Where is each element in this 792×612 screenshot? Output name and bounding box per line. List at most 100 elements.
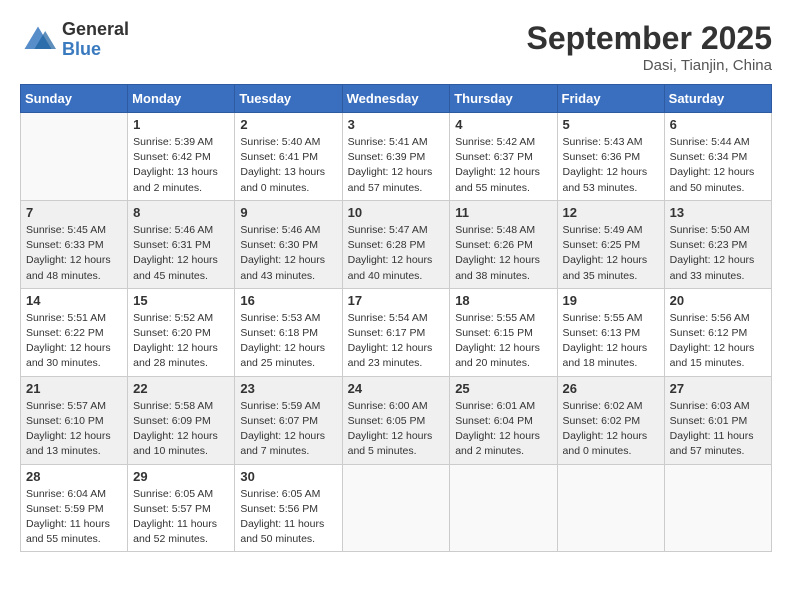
day-number: 26 bbox=[563, 381, 659, 396]
day-number: 29 bbox=[133, 469, 229, 484]
day-info: Sunrise: 5:55 AMSunset: 6:15 PMDaylight:… bbox=[455, 311, 551, 372]
day-info: Sunrise: 6:01 AMSunset: 6:04 PMDaylight:… bbox=[455, 399, 551, 460]
day-number: 16 bbox=[240, 293, 336, 308]
calendar-cell: 14 Sunrise: 5:51 AMSunset: 6:22 PMDayligh… bbox=[21, 288, 128, 376]
calendar-table: SundayMondayTuesdayWednesdayThursdayFrid… bbox=[20, 84, 772, 552]
calendar-cell: 3 Sunrise: 5:41 AMSunset: 6:39 PMDaylight… bbox=[342, 113, 450, 201]
col-header-thursday: Thursday bbox=[450, 85, 557, 113]
col-header-saturday: Saturday bbox=[664, 85, 771, 113]
location: Dasi, Tianjin, China bbox=[527, 57, 772, 74]
day-number: 22 bbox=[133, 381, 229, 396]
day-info: Sunrise: 5:39 AMSunset: 6:42 PMDaylight:… bbox=[133, 135, 229, 196]
calendar-cell: 25 Sunrise: 6:01 AMSunset: 6:04 PMDayligh… bbox=[450, 376, 557, 464]
day-number: 30 bbox=[240, 469, 336, 484]
calendar-cell: 10 Sunrise: 5:47 AMSunset: 6:28 PMDayligh… bbox=[342, 200, 450, 288]
day-number: 23 bbox=[240, 381, 336, 396]
day-info: Sunrise: 5:58 AMSunset: 6:09 PMDaylight:… bbox=[133, 399, 229, 460]
day-info: Sunrise: 5:56 AMSunset: 6:12 PMDaylight:… bbox=[670, 311, 766, 372]
calendar-cell: 19 Sunrise: 5:55 AMSunset: 6:13 PMDayligh… bbox=[557, 288, 664, 376]
col-header-tuesday: Tuesday bbox=[235, 85, 342, 113]
day-info: Sunrise: 5:45 AMSunset: 6:33 PMDaylight:… bbox=[26, 223, 122, 284]
day-info: Sunrise: 6:05 AMSunset: 5:56 PMDaylight:… bbox=[240, 487, 336, 548]
col-header-wednesday: Wednesday bbox=[342, 85, 450, 113]
calendar-cell: 1Sunrise: 5:39 AMSunset: 6:42 PMDaylight… bbox=[128, 113, 235, 201]
col-header-monday: Monday bbox=[128, 85, 235, 113]
calendar-cell: 30 Sunrise: 6:05 AMSunset: 5:56 PMDayligh… bbox=[235, 464, 342, 552]
day-info: Sunrise: 5:40 AMSunset: 6:41 PMDaylight:… bbox=[240, 135, 336, 196]
calendar-cell: 12Sunrise: 5:49 AMSunset: 6:25 PMDayligh… bbox=[557, 200, 664, 288]
day-info: Sunrise: 5:48 AMSunset: 6:26 PMDaylight:… bbox=[455, 223, 551, 284]
day-info: Sunrise: 5:52 AMSunset: 6:20 PMDaylight:… bbox=[133, 311, 229, 372]
day-number: 3 bbox=[348, 117, 445, 132]
day-info: Sunrise: 6:03 AMSunset: 6:01 PMDaylight:… bbox=[670, 399, 766, 460]
calendar-cell: 29Sunrise: 6:05 AMSunset: 5:57 PMDayligh… bbox=[128, 464, 235, 552]
day-number: 20 bbox=[670, 293, 766, 308]
day-info: Sunrise: 5:47 AMSunset: 6:28 PMDaylight:… bbox=[348, 223, 445, 284]
calendar-cell: 9 Sunrise: 5:46 AMSunset: 6:30 PMDaylight… bbox=[235, 200, 342, 288]
col-header-sunday: Sunday bbox=[21, 85, 128, 113]
calendar-header-row: SundayMondayTuesdayWednesdayThursdayFrid… bbox=[21, 85, 772, 113]
calendar-week-row: 28Sunrise: 6:04 AMSunset: 5:59 PMDayligh… bbox=[21, 464, 772, 552]
day-info: Sunrise: 6:02 AMSunset: 6:02 PMDaylight:… bbox=[563, 399, 659, 460]
col-header-friday: Friday bbox=[557, 85, 664, 113]
day-info: Sunrise: 5:50 AMSunset: 6:23 PMDaylight:… bbox=[670, 223, 766, 284]
calendar-cell: 13 Sunrise: 5:50 AMSunset: 6:23 PMDayligh… bbox=[664, 200, 771, 288]
calendar-cell: 5Sunrise: 5:43 AMSunset: 6:36 PMDaylight… bbox=[557, 113, 664, 201]
day-number: 12 bbox=[563, 205, 659, 220]
day-info: Sunrise: 5:41 AMSunset: 6:39 PMDaylight:… bbox=[348, 135, 445, 196]
calendar-week-row: 1Sunrise: 5:39 AMSunset: 6:42 PMDaylight… bbox=[21, 113, 772, 201]
calendar-cell: 18 Sunrise: 5:55 AMSunset: 6:15 PMDayligh… bbox=[450, 288, 557, 376]
day-info: Sunrise: 5:53 AMSunset: 6:18 PMDaylight:… bbox=[240, 311, 336, 372]
day-info: Sunrise: 5:42 AMSunset: 6:37 PMDaylight:… bbox=[455, 135, 551, 196]
logo-text: General Blue bbox=[62, 20, 129, 60]
calendar-cell: 20 Sunrise: 5:56 AMSunset: 6:12 PMDayligh… bbox=[664, 288, 771, 376]
day-number: 14 bbox=[26, 293, 122, 308]
day-number: 19 bbox=[563, 293, 659, 308]
calendar-cell: 21 Sunrise: 5:57 AMSunset: 6:10 PMDayligh… bbox=[21, 376, 128, 464]
day-info: Sunrise: 5:55 AMSunset: 6:13 PMDaylight:… bbox=[563, 311, 659, 372]
calendar-cell: 24 Sunrise: 6:00 AMSunset: 6:05 PMDayligh… bbox=[342, 376, 450, 464]
day-number: 10 bbox=[348, 205, 445, 220]
calendar-cell: 16 Sunrise: 5:53 AMSunset: 6:18 PMDayligh… bbox=[235, 288, 342, 376]
day-info: Sunrise: 5:57 AMSunset: 6:10 PMDaylight:… bbox=[26, 399, 122, 460]
calendar-cell: 28Sunrise: 6:04 AMSunset: 5:59 PMDayligh… bbox=[21, 464, 128, 552]
day-number: 9 bbox=[240, 205, 336, 220]
day-number: 25 bbox=[455, 381, 551, 396]
calendar-cell bbox=[557, 464, 664, 552]
calendar-cell bbox=[21, 113, 128, 201]
calendar-cell: 7 Sunrise: 5:45 AMSunset: 6:33 PMDaylight… bbox=[21, 200, 128, 288]
logo-line1: General bbox=[62, 20, 129, 40]
day-number: 5 bbox=[563, 117, 659, 132]
logo-line2: Blue bbox=[62, 40, 129, 60]
calendar-cell: 23Sunrise: 5:59 AMSunset: 6:07 PMDayligh… bbox=[235, 376, 342, 464]
page-header: General Blue September 2025 Dasi, Tianji… bbox=[20, 20, 772, 74]
day-number: 17 bbox=[348, 293, 445, 308]
calendar-cell: 6Sunrise: 5:44 AMSunset: 6:34 PMDaylight… bbox=[664, 113, 771, 201]
day-number: 11 bbox=[455, 205, 551, 220]
day-info: Sunrise: 6:00 AMSunset: 6:05 PMDaylight:… bbox=[348, 399, 445, 460]
day-info: Sunrise: 5:51 AMSunset: 6:22 PMDaylight:… bbox=[26, 311, 122, 372]
calendar-week-row: 14 Sunrise: 5:51 AMSunset: 6:22 PMDayligh… bbox=[21, 288, 772, 376]
calendar-cell: 26 Sunrise: 6:02 AMSunset: 6:02 PMDayligh… bbox=[557, 376, 664, 464]
day-number: 24 bbox=[348, 381, 445, 396]
day-number: 8 bbox=[133, 205, 229, 220]
calendar-cell bbox=[450, 464, 557, 552]
day-number: 27 bbox=[670, 381, 766, 396]
calendar-body: 1Sunrise: 5:39 AMSunset: 6:42 PMDaylight… bbox=[21, 113, 772, 552]
day-number: 21 bbox=[26, 381, 122, 396]
day-number: 7 bbox=[26, 205, 122, 220]
logo: General Blue bbox=[20, 20, 129, 60]
day-number: 13 bbox=[670, 205, 766, 220]
title-block: September 2025 Dasi, Tianjin, China bbox=[527, 20, 772, 74]
day-number: 18 bbox=[455, 293, 551, 308]
calendar-cell: 2 Sunrise: 5:40 AMSunset: 6:41 PMDaylight… bbox=[235, 113, 342, 201]
month-title: September 2025 bbox=[527, 20, 772, 57]
day-info: Sunrise: 6:04 AMSunset: 5:59 PMDaylight:… bbox=[26, 487, 122, 548]
calendar-cell: 27 Sunrise: 6:03 AMSunset: 6:01 PMDayligh… bbox=[664, 376, 771, 464]
day-number: 6 bbox=[670, 117, 766, 132]
calendar-cell: 15Sunrise: 5:52 AMSunset: 6:20 PMDayligh… bbox=[128, 288, 235, 376]
day-info: Sunrise: 5:46 AMSunset: 6:30 PMDaylight:… bbox=[240, 223, 336, 284]
logo-icon bbox=[20, 22, 56, 58]
day-info: Sunrise: 5:54 AMSunset: 6:17 PMDaylight:… bbox=[348, 311, 445, 372]
day-number: 2 bbox=[240, 117, 336, 132]
